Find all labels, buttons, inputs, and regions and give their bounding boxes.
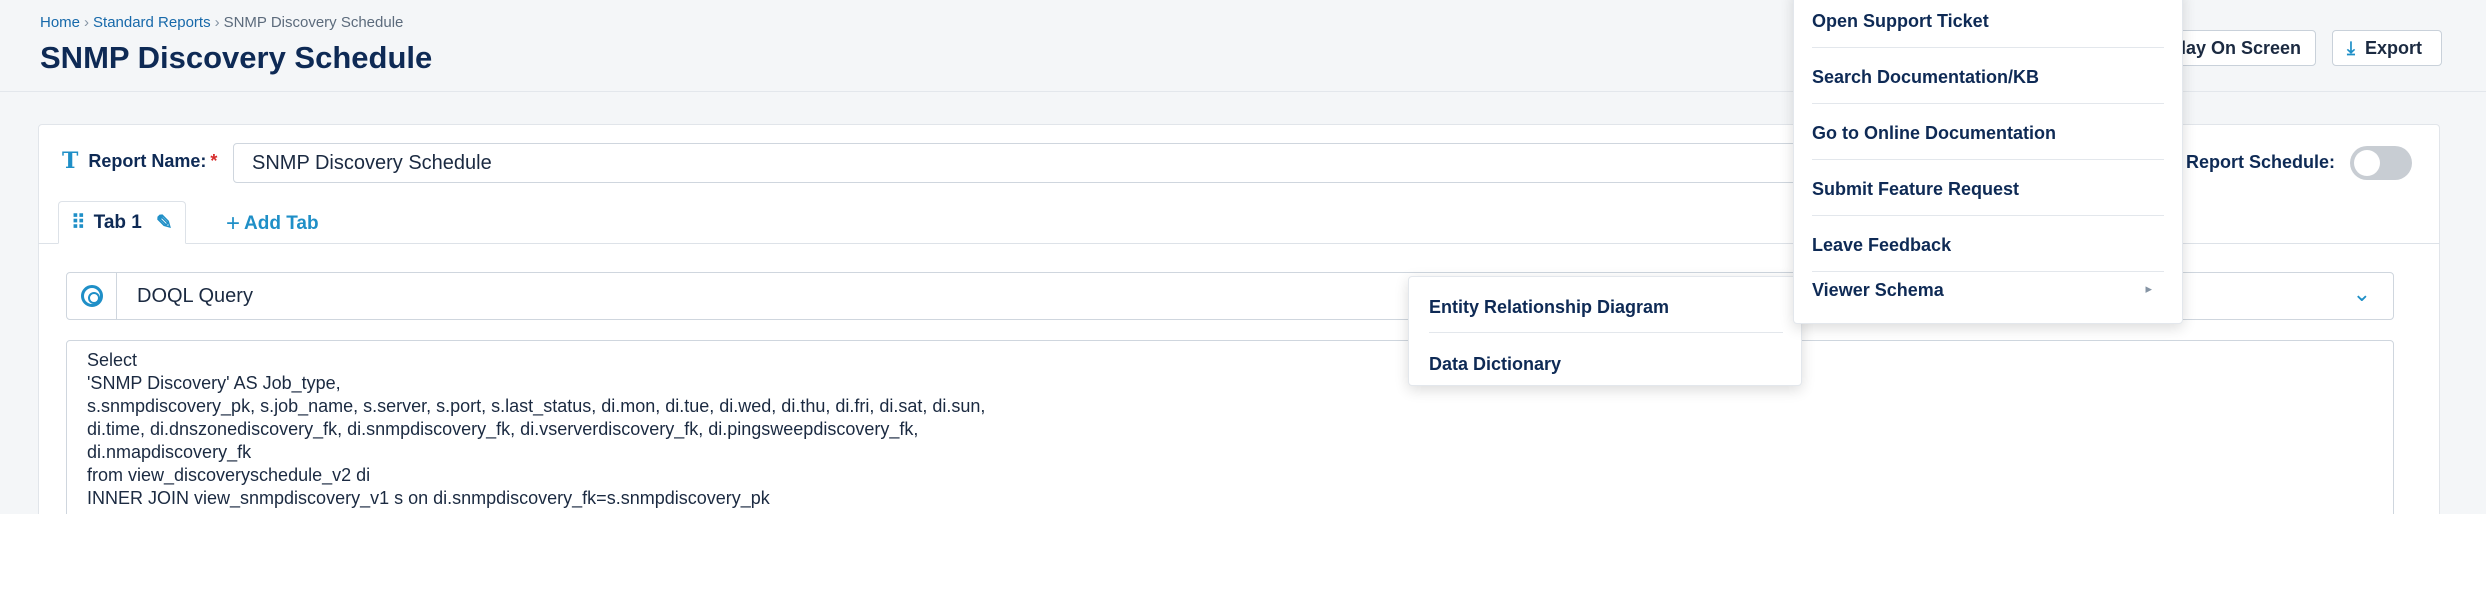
help-dropdown-menu: Open Support Ticket Search Documentation… <box>1793 0 2183 324</box>
menu-item-viewer-schema[interactable]: Viewer Schema <box>1812 280 2178 301</box>
query-type-label: DOQL Query <box>137 285 253 307</box>
code-line: 'SNMP Discovery' AS Job_type, <box>87 373 341 393</box>
breadcrumb-separator: › <box>84 14 90 31</box>
code-line: from view_discoveryschedule_v2 di <box>87 465 371 485</box>
tab-label: Tab 1 <box>93 211 142 233</box>
menu-divider <box>1812 103 2164 104</box>
submenu-item-data-dictionary[interactable]: Data Dictionary <box>1429 354 1561 375</box>
tab-1[interactable]: ⠿ Tab 1 ✎ <box>58 201 186 244</box>
submenu-divider <box>1429 332 1783 333</box>
page-bottom <box>0 514 2486 592</box>
menu-item-leave-feedback[interactable]: Leave Feedback <box>1812 235 2178 256</box>
required-mark: * <box>210 150 218 171</box>
code-line: di.time, di.dnszonediscovery_fk, di.snmp… <box>87 419 919 439</box>
menu-item-search-docs[interactable]: Search Documentation/KB <box>1812 67 2178 88</box>
menu-divider <box>1812 47 2164 48</box>
edit-icon[interactable]: ✎ <box>156 210 173 235</box>
menu-divider <box>1812 271 2164 272</box>
report-schedule-toggle[interactable] <box>2350 146 2412 180</box>
code-line: s.snmpdiscovery_pk, s.job_name, s.server… <box>87 396 986 416</box>
viewer-schema-submenu: Entity Relationship Diagram Data Diction… <box>1408 276 1802 386</box>
add-tab-button[interactable]: + Add Tab <box>226 210 319 238</box>
query-icon <box>80 285 103 307</box>
menu-item-online-docs[interactable]: Go to Online Documentation <box>1812 123 2178 144</box>
menu-item-feature-request[interactable]: Submit Feature Request <box>1812 179 2178 200</box>
toggle-knob <box>2354 150 2380 176</box>
breadcrumb-current: SNMP Discovery Schedule <box>223 14 404 31</box>
add-tab-label: Add Tab <box>244 213 319 234</box>
menu-divider <box>1812 215 2164 216</box>
chevron-down-icon[interactable]: ⌄ <box>2353 281 2371 307</box>
report-name-label: T Report Name: * <box>62 148 217 174</box>
chevron-right-icon: ▸ <box>2145 281 2152 296</box>
report-schedule-label: Report Schedule: <box>2186 152 2336 172</box>
plus-icon: + <box>226 210 241 237</box>
report-name-label-text: Report Name: <box>88 150 207 171</box>
query-icon-box <box>67 273 117 319</box>
export-button[interactable]: ⤓ Export <box>2332 30 2442 66</box>
page-title: SNMP Discovery Schedule <box>40 40 433 75</box>
breadcrumb: Home › Standard Reports › SNMP Discovery Sch… <box>40 14 403 31</box>
display-on-screen-label: lay On Screen <box>2180 37 2301 58</box>
submenu-item-erd[interactable]: Entity Relationship Diagram <box>1429 297 1669 318</box>
breadcrumb-standard-reports[interactable]: Standard Reports <box>93 14 211 31</box>
drag-handle-icon[interactable]: ⠿ <box>71 210 86 235</box>
menu-divider <box>1812 159 2164 160</box>
code-line: Select <box>87 350 138 370</box>
report-name-value: SNMP Discovery Schedule <box>252 151 492 174</box>
menu-item-open-support-ticket[interactable]: Open Support Ticket <box>1812 11 2178 32</box>
code-line: INNER JOIN view_snmpdiscovery_v1 s on di… <box>87 488 770 508</box>
display-on-screen-button[interactable]: lay On Screen <box>2160 30 2316 66</box>
text-type-icon: T <box>62 148 79 174</box>
breadcrumb-home[interactable]: Home <box>40 14 80 31</box>
report-name-input[interactable]: SNMP Discovery Schedule <box>233 143 1853 183</box>
download-icon: ⤓ <box>2347 37 2355 58</box>
breadcrumb-separator: › <box>214 14 220 31</box>
export-label: Export <box>2364 37 2422 58</box>
code-line: di.nmapdiscovery_fk <box>87 442 252 462</box>
